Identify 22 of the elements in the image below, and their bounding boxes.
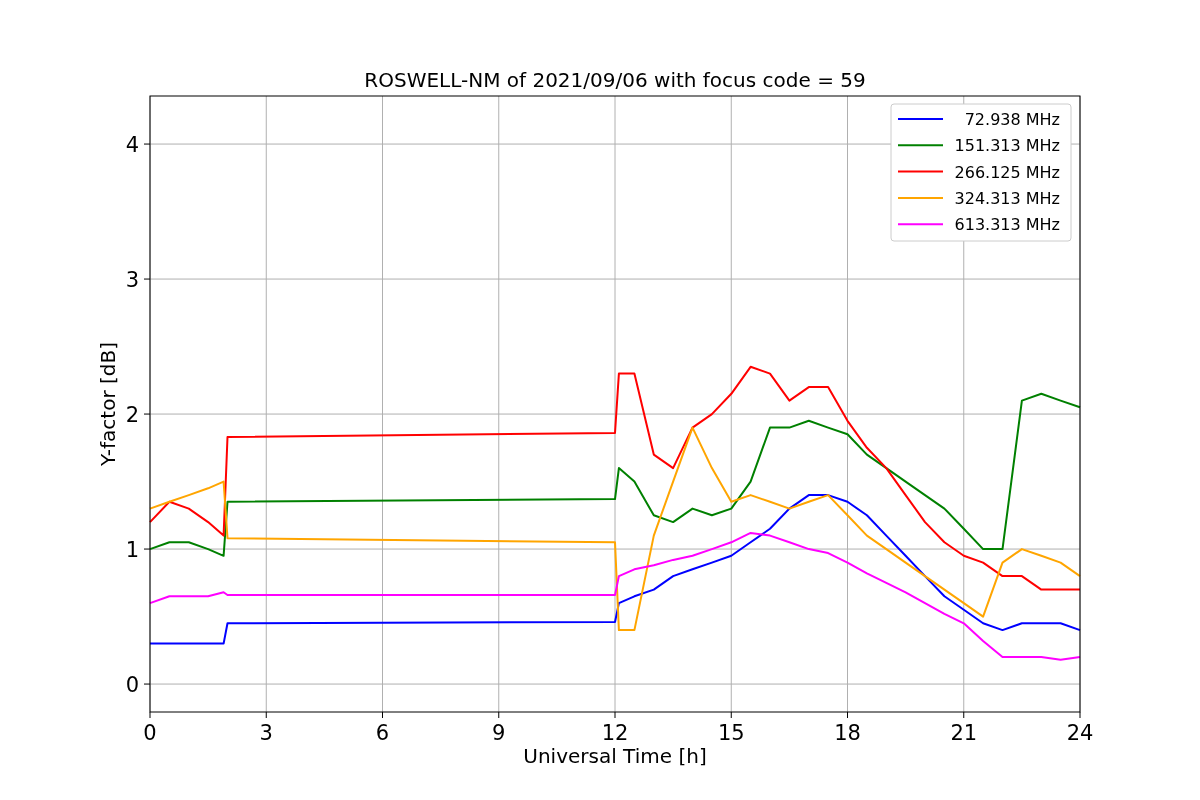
x-tick-label: 18 (834, 721, 861, 745)
x-tick-label: 15 (717, 721, 745, 745)
legend-label: 72.938 MHz (964, 110, 1060, 129)
x-tick-label: 6 (375, 721, 390, 745)
y-tick-label: 2 (125, 403, 139, 428)
y-tick-label: 0 (125, 673, 139, 698)
y-axis-label: Y-factor [dB] (96, 342, 120, 466)
legend-label: 324.313 MHz (954, 188, 1060, 208)
x-tick-label: 24 (1066, 721, 1094, 745)
legend-label: 613.313 MHz (954, 215, 1060, 235)
y-tick-label: 1 (125, 538, 139, 563)
x-tick-label: 21 (950, 721, 978, 745)
y-tick-label: 3 (125, 268, 139, 293)
legend-label: 266.125 MHz (954, 162, 1060, 182)
x-axis-label: Universal Time [h] (523, 744, 707, 768)
x-tick-label: 0 (143, 721, 157, 745)
x-tick-label: 12 (601, 721, 629, 745)
x-tick-label: 3 (259, 721, 273, 745)
chart-title: ROSWELL-NM of 2021/09/06 with focus code = 59 (364, 68, 866, 92)
legend-label: 151.313 MHz (954, 136, 1060, 156)
x-tick-label: 9 (492, 721, 506, 745)
y-tick-label: 4 (125, 133, 139, 158)
